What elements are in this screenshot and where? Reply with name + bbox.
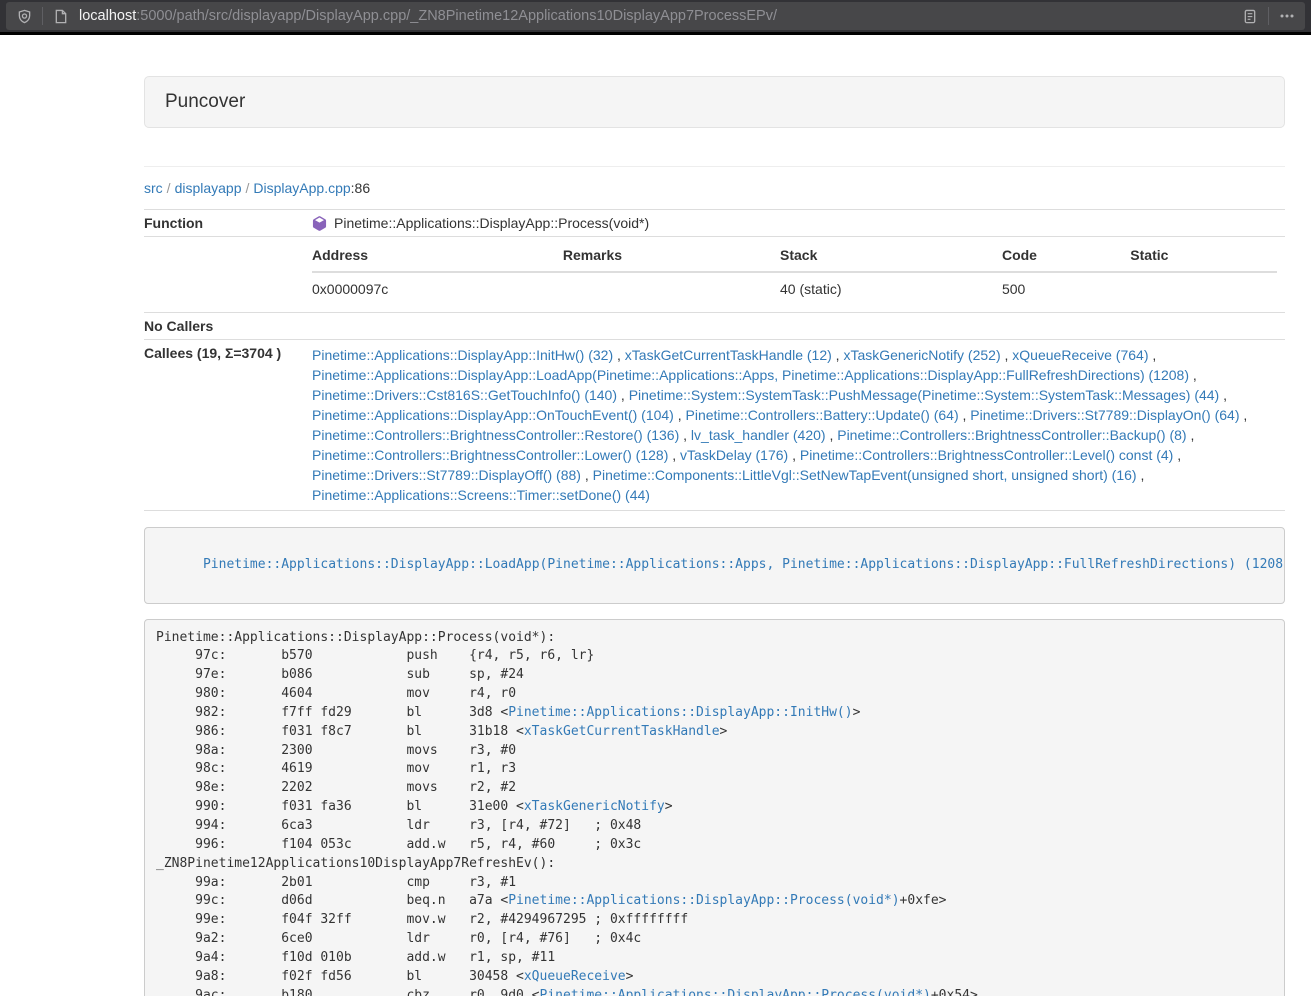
disassembly-symbol-link[interactable]: xQueueReceive <box>524 969 626 984</box>
callee-link[interactable]: Pinetime::Drivers::St7789::DisplayOff() … <box>312 467 581 483</box>
callee-separator: , <box>679 427 691 443</box>
divider <box>144 166 1285 167</box>
reader-mode-icon[interactable] <box>1240 6 1260 26</box>
callee-separator: , <box>1240 407 1248 423</box>
disassembly-symbol-link[interactable]: xTaskGenericNotify <box>524 799 665 814</box>
column-address: Address <box>312 242 563 272</box>
callee-separator: , <box>1187 427 1195 443</box>
column-code: Code <box>1002 242 1130 272</box>
breadcrumb-file[interactable]: DisplayApp.cpp <box>253 180 350 196</box>
no-callers-label: No Callers <box>144 313 304 340</box>
disassembly-symbol-link[interactable]: Pinetime::Applications::DisplayApp::Proc… <box>540 988 931 996</box>
url-host: localhost <box>79 8 136 24</box>
callee-link[interactable]: Pinetime::Drivers::St7789::DisplayOn() (… <box>970 407 1239 423</box>
callees-row: Callees (19, Σ=3704 ) Pinetime::Applicat… <box>144 340 1285 511</box>
urlbar-divider-right <box>1268 7 1269 25</box>
callee-separator: , <box>1219 387 1227 403</box>
callees-label: Callees (19, Σ=3704 ) <box>144 340 304 511</box>
callee-separator: , <box>617 387 629 403</box>
column-remarks: Remarks <box>563 242 780 272</box>
code-size-value: 500 <box>1002 272 1130 307</box>
function-name: Pinetime::Applications::DisplayApp::Proc… <box>334 215 649 231</box>
callee-separator: , <box>1189 367 1197 383</box>
callee-separator: , <box>832 347 844 363</box>
highlighted-symbol-link[interactable]: Pinetime::Applications::DisplayApp::Load… <box>203 557 1285 572</box>
disassembly-symbol-link[interactable]: Pinetime::Applications::DisplayApp::Proc… <box>508 893 899 908</box>
callee-separator: , <box>1148 347 1156 363</box>
function-label: Function <box>144 210 304 237</box>
breadcrumb-displayapp[interactable]: displayapp <box>175 180 242 196</box>
callee-separator: , <box>1173 447 1181 463</box>
callee-link[interactable]: xQueueReceive (764) <box>1012 347 1148 363</box>
column-static: Static <box>1130 242 1277 272</box>
callee-link[interactable]: Pinetime::Controllers::BrightnessControl… <box>800 447 1173 463</box>
page-title-box: Puncover <box>144 76 1285 128</box>
callee-link[interactable]: Pinetime::Controllers::BrightnessControl… <box>312 447 668 463</box>
no-callers-row: No Callers <box>144 313 1285 340</box>
callee-separator: , <box>613 347 625 363</box>
disassembly-listing: Pinetime::Applications::DisplayApp::Proc… <box>144 619 1285 996</box>
function-row: Function Pinetime::Applications::Display… <box>144 210 1285 237</box>
shield-icon[interactable] <box>14 6 34 26</box>
urlbar-divider <box>42 7 43 25</box>
highlighted-symbol-box: Pinetime::Applications::DisplayApp::Load… <box>144 527 1285 604</box>
breadcrumb-separator: / <box>163 180 175 196</box>
disassembly-symbol-link[interactable]: Pinetime::Applications::DisplayApp::Init… <box>508 705 852 720</box>
callee-link[interactable]: xTaskGetCurrentTaskHandle (12) <box>625 347 832 363</box>
callee-separator: , <box>668 447 680 463</box>
callee-link[interactable]: vTaskDelay (176) <box>680 447 788 463</box>
column-stack: Stack <box>780 242 1002 272</box>
callee-link[interactable]: Pinetime::System::SystemTask::PushMessag… <box>629 387 1220 403</box>
url-path: :5000/path/src/displayapp/DisplayApp.cpp… <box>136 8 777 24</box>
page-body: Puncover src/displayapp/DisplayApp.cpp:8… <box>0 35 1311 996</box>
address-value: 0x0000097c <box>312 272 563 307</box>
callee-link[interactable]: Pinetime::Applications::Screens::Timer::… <box>312 487 650 503</box>
callee-separator: , <box>826 427 838 443</box>
page-title: Puncover <box>165 91 245 112</box>
url-text[interactable]: localhost:5000/path/src/displayapp/Displ… <box>79 8 1240 24</box>
package-icon <box>312 216 327 231</box>
breadcrumb-src[interactable]: src <box>144 180 163 196</box>
callee-separator: , <box>581 467 593 483</box>
browser-toolbar: localhost:5000/path/src/displayapp/Displ… <box>0 0 1311 35</box>
callee-separator: , <box>1137 467 1145 483</box>
callee-separator: , <box>674 407 686 423</box>
page-icon[interactable] <box>51 6 71 26</box>
remarks-value <box>563 272 780 307</box>
breadcrumb-separator: / <box>242 180 254 196</box>
function-stats-values: 0x0000097c 40 (static) 500 <box>312 272 1277 307</box>
callee-link[interactable]: Pinetime::Components::LittleVgl::SetNewT… <box>593 467 1137 483</box>
url-bar[interactable]: localhost:5000/path/src/displayapp/Displ… <box>6 2 1305 30</box>
callee-link[interactable]: Pinetime::Applications::DisplayApp::Load… <box>312 367 1189 383</box>
callee-link[interactable]: Pinetime::Controllers::Battery::Update()… <box>686 407 959 423</box>
breadcrumb: src/displayapp/DisplayApp.cpp:86 <box>144 180 1285 196</box>
callee-link[interactable]: Pinetime::Controllers::BrightnessControl… <box>312 427 679 443</box>
disassembly-symbol-link[interactable]: xTaskGetCurrentTaskHandle <box>524 724 720 739</box>
static-value <box>1130 272 1277 307</box>
stack-value: 40 (static) <box>780 272 1002 307</box>
menu-ellipsis-icon[interactable] <box>1277 6 1297 26</box>
callee-separator: , <box>1001 347 1013 363</box>
callee-link[interactable]: Pinetime::Applications::DisplayApp::OnTo… <box>312 407 674 423</box>
callee-link[interactable]: Pinetime::Controllers::BrightnessControl… <box>837 427 1186 443</box>
function-details-row: Address Remarks Stack Code Static 0x0000… <box>144 237 1285 313</box>
callees-list: Pinetime::Applications::DisplayApp::Init… <box>312 345 1277 505</box>
function-stats-table: Address Remarks Stack Code Static 0x0000… <box>312 242 1277 307</box>
function-table: Function Pinetime::Applications::Display… <box>144 209 1285 511</box>
callee-link[interactable]: Pinetime::Drivers::Cst816S::GetTouchInfo… <box>312 387 617 403</box>
callee-link[interactable]: Pinetime::Applications::DisplayApp::Init… <box>312 347 613 363</box>
callee-link[interactable]: xTaskGenericNotify (252) <box>843 347 1000 363</box>
callee-separator: , <box>959 407 971 423</box>
breadcrumb-line-number: :86 <box>351 180 370 196</box>
callee-link[interactable]: lv_task_handler (420) <box>691 427 826 443</box>
callee-separator: , <box>788 447 800 463</box>
